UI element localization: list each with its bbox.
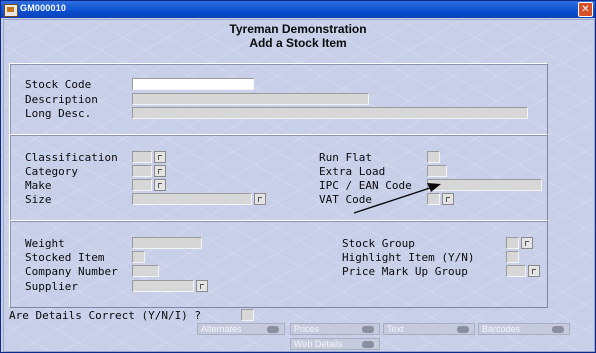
highlight-item-input[interactable] [506,251,519,263]
supplier-label: Supplier [25,280,78,293]
description-label: Description [25,93,98,106]
stock-group-label: Stock Group [342,237,415,250]
make-input[interactable] [132,179,152,191]
category-lookup-button[interactable] [154,165,166,177]
prices-icon [362,326,374,333]
classification-lookup-button[interactable] [154,151,166,163]
alternates-button[interactable]: Alternates [197,323,285,335]
weight-input[interactable] [132,237,202,249]
category-input[interactable] [132,165,152,177]
web-details-icon [362,341,374,348]
price-mark-up-group-input[interactable] [506,265,526,277]
highlight-item-label: Highlight Item (Y/N) [342,251,475,264]
long-desc-label: Long Desc. [25,107,92,120]
vat-code-lookup-button[interactable] [442,193,454,205]
window-title: GM000010 [20,3,67,13]
prices-label: Prices [294,324,320,334]
barcodes-button[interactable]: Barcodes [478,323,570,335]
size-lookup-button[interactable] [254,193,266,205]
ipc-ean-code-label: IPC / EAN Code [319,179,412,192]
web-details-button[interactable]: Web Details [290,338,380,350]
stocked-item-label: Stocked Item [25,251,105,264]
alternates-icon [267,326,279,333]
text-label: Text [387,324,404,334]
stock-settings-panel [9,220,548,308]
vat-code-label: VAT Code [319,193,372,206]
web-details-label: Web Details [294,339,343,349]
supplier-lookup-button[interactable] [196,280,208,292]
size-input[interactable] [132,193,252,205]
vat-code-input[interactable] [427,193,440,205]
classification-panel [9,134,548,221]
alternates-label: Alternates [201,324,242,334]
price-mark-up-lookup-button[interactable] [528,265,540,277]
make-lookup-button[interactable] [154,179,166,191]
classification-label: Classification [25,151,118,164]
stock-group-input[interactable] [506,237,519,249]
ipc-ean-code-input[interactable] [427,179,542,191]
close-button[interactable]: ✕ [578,2,593,17]
long-desc-input[interactable] [132,107,528,119]
barcodes-label: Barcodes [482,324,521,334]
price-mark-up-group-label: Price Mark Up Group [342,265,468,278]
stock-group-lookup-button[interactable] [521,237,533,249]
stock-item-window: GM000010 ✕ Tyreman Demonstration Add a S… [0,0,596,353]
run-flat-label: Run Flat [319,151,372,164]
text-button[interactable]: Text [383,323,475,335]
classification-input[interactable] [132,151,152,163]
page-title: Add a Stock Item [249,36,347,50]
barcodes-icon [552,326,564,333]
title-bar[interactable]: GM000010 ✕ [1,1,595,18]
weight-label: Weight [25,237,65,250]
size-label: Size [25,193,52,206]
stocked-item-input[interactable] [132,251,145,263]
company-number-label: Company Number [25,265,118,278]
stock-code-label: Stock Code [25,78,92,91]
app-icon [4,4,18,17]
stock-code-input[interactable] [132,78,254,90]
run-flat-input[interactable] [427,151,440,163]
extra-load-input[interactable] [427,165,447,177]
confirm-input[interactable] [241,309,254,321]
description-input[interactable] [132,93,369,105]
company-name: Tyreman Demonstration [229,22,367,36]
close-icon: ✕ [581,4,590,15]
text-icon [457,326,469,333]
confirm-label: Are Details Correct (Y/N/I) ? [9,309,202,322]
extra-load-label: Extra Load [319,165,386,178]
category-label: Category [25,165,78,178]
supplier-input[interactable] [132,280,194,292]
make-label: Make [25,179,52,192]
company-number-input[interactable] [132,265,159,277]
prices-button[interactable]: Prices [290,323,380,335]
